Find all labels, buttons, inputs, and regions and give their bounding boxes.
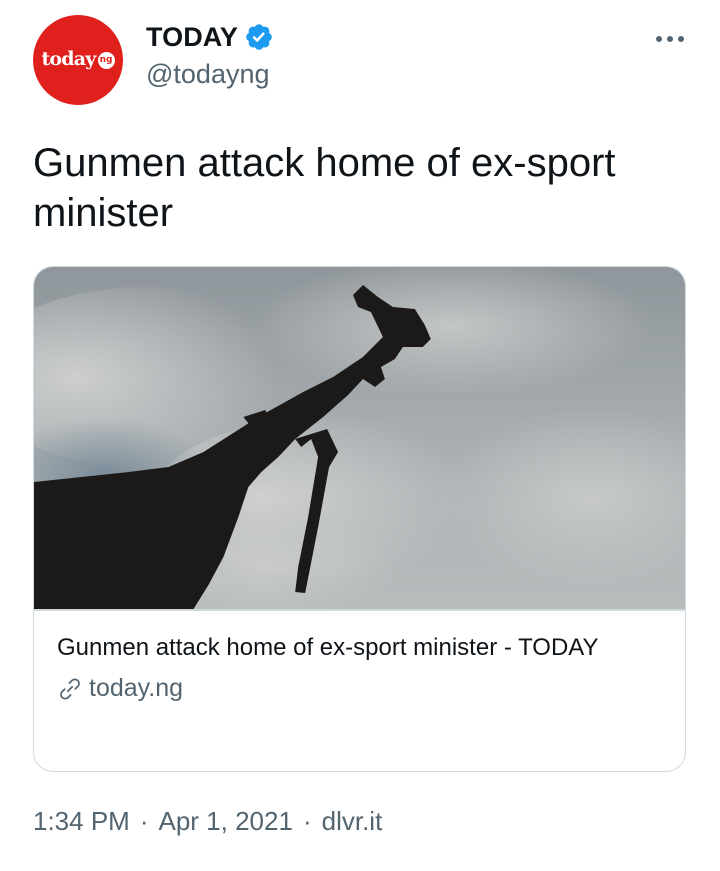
tweet-text: Gunmen attack home of ex-sport minister — [33, 141, 616, 235]
avatar-wordmark: today — [41, 48, 96, 70]
author-handle[interactable]: @todayng — [146, 59, 270, 90]
author-display-name[interactable]: TODAY — [146, 22, 238, 53]
card-domain-row: today.ng — [57, 674, 657, 703]
tweet-date[interactable]: Apr 1, 2021 — [159, 806, 293, 837]
link-icon — [60, 677, 80, 700]
tweet-time[interactable]: 1:34 PM — [33, 806, 130, 837]
card-title[interactable]: Gunmen attack home of ex-sport minister … — [57, 629, 657, 667]
meta-separator: · — [139, 806, 149, 836]
card-domain: today.ng — [89, 674, 184, 702]
card-divider — [34, 609, 685, 611]
author-name-row[interactable]: TODAY — [146, 20, 274, 54]
link-preview-card[interactable]: Gunmen attack home of ex-sport minister … — [33, 266, 686, 772]
avatar-logo: today ng — [41, 48, 115, 70]
avatar[interactable]: today ng — [33, 15, 123, 105]
avatar-badge: ng — [97, 51, 115, 69]
meta-separator: · — [302, 806, 312, 836]
tweet-meta: 1:34 PM · Apr 1, 2021 · dlvr.it — [33, 806, 382, 837]
card-image — [34, 267, 685, 609]
more-options-button[interactable] — [653, 25, 687, 53]
tweet-source[interactable]: dlvr.it — [322, 806, 383, 837]
card-body: Gunmen attack home of ex-sport minister … — [57, 629, 657, 703]
more-horizontal-icon — [656, 36, 684, 42]
verified-badge-icon — [246, 24, 272, 50]
